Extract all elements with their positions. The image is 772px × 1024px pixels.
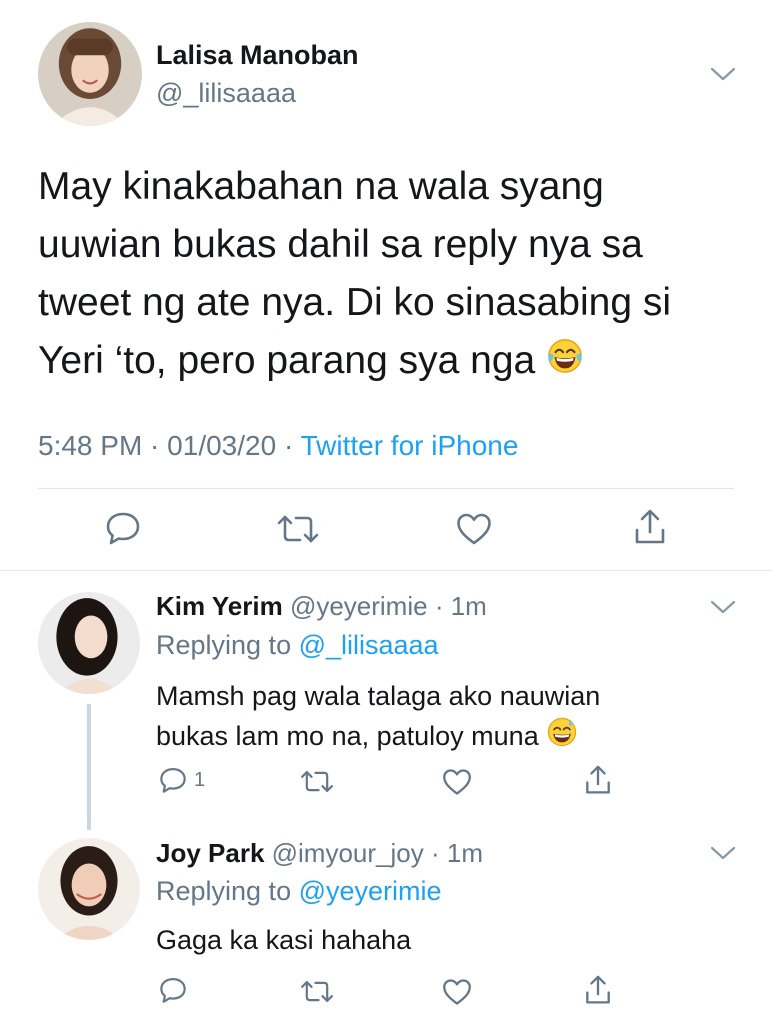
reply-age: 1m xyxy=(446,838,483,868)
reply-text: Mamsh pag wala talaga ako nauwian bukas … xyxy=(156,676,600,759)
reply-button[interactable] xyxy=(104,510,142,546)
reply-count: 1 xyxy=(194,768,206,791)
smiling-face-with-sweat-icon xyxy=(546,716,578,759)
replying-to-mention[interactable]: @yeyerimie xyxy=(299,876,442,906)
tweet-date: 01/03/20 xyxy=(167,430,277,461)
chevron-down-icon[interactable] xyxy=(709,843,737,863)
retweet-icon xyxy=(299,978,335,1005)
reply-text-line: Gaga ka kasi hahaha xyxy=(156,925,412,955)
retweet-button[interactable] xyxy=(275,512,321,546)
share-icon xyxy=(584,974,612,1006)
reply-text-line: bukas lam mo na, patuloy muna xyxy=(156,721,539,751)
share-icon xyxy=(584,764,612,796)
divider xyxy=(38,488,734,489)
retweet-icon xyxy=(275,512,321,546)
tweet-source-link[interactable]: Twitter for iPhone xyxy=(301,430,519,461)
reply-button[interactable]: 1 xyxy=(158,766,205,794)
like-icon xyxy=(456,512,492,546)
like-icon xyxy=(442,768,472,796)
tweet-text-line: uuwian bukas dahil sa reply nya sa xyxy=(38,223,643,266)
tweet-time: 5:48 PM xyxy=(38,430,143,461)
chevron-down-icon[interactable] xyxy=(709,597,737,617)
reply-author-name[interactable]: Joy Park xyxy=(156,838,264,868)
tweet-text-line: tweet ng ate nya. Di ko sinasabing si xyxy=(38,281,672,324)
main-tweet-text: May kinakabahan na wala syang uuwian buk… xyxy=(38,158,738,392)
retweet-button[interactable] xyxy=(299,768,335,795)
reply-author-name[interactable]: Kim Yerim xyxy=(156,591,283,621)
reply-author-avatar[interactable] xyxy=(38,592,140,694)
reply-icon xyxy=(104,510,142,546)
reply-button[interactable] xyxy=(158,976,194,1004)
like-button[interactable] xyxy=(442,768,472,796)
reply-header: Kim Yerim @yeyerimie · 1m xyxy=(156,591,487,621)
like-icon xyxy=(442,978,472,1006)
share-button[interactable] xyxy=(633,508,667,546)
replying-to: Replying to @_lilisaaaa xyxy=(156,630,439,661)
reply-header: Joy Park @imyour_joy · 1m xyxy=(156,838,483,868)
replying-to: Replying to @yeyerimie xyxy=(156,876,442,907)
reply-author-handle[interactable]: @imyour_joy xyxy=(272,838,424,868)
reply-icon xyxy=(158,976,188,1004)
main-author-avatar[interactable] xyxy=(38,22,142,126)
share-button[interactable] xyxy=(584,974,612,1006)
tweet-meta: 5:48 PM · 01/03/20 · Twitter for iPhone xyxy=(38,430,518,462)
face-with-tears-of-joy-icon xyxy=(546,334,584,392)
meta-separator: · xyxy=(142,430,168,461)
share-button[interactable] xyxy=(584,764,612,796)
replying-to-label: Replying to xyxy=(156,876,299,906)
reply-author-handle[interactable]: @yeyerimie xyxy=(290,591,428,621)
replying-to-label: Replying to xyxy=(156,630,299,660)
reply-icon xyxy=(158,766,188,794)
retweet-button[interactable] xyxy=(299,978,335,1005)
reply-age: 1m xyxy=(450,591,487,621)
share-icon xyxy=(633,508,667,546)
reply-author-avatar[interactable] xyxy=(38,838,140,940)
reply-text: Gaga ka kasi hahaha xyxy=(156,920,411,960)
meta-separator: · xyxy=(276,430,301,461)
like-button[interactable] xyxy=(442,978,472,1006)
tweet-text-line: May kinakabahan na wala syang xyxy=(38,165,604,208)
tweet-text-line: Yeri ‘to, pero parang sya nga xyxy=(38,339,536,382)
main-author-handle[interactable]: @_lilisaaaa xyxy=(156,78,296,109)
reply-text-line: Mamsh pag wala talaga ako nauwian xyxy=(156,681,601,711)
main-author-name[interactable]: Lalisa Manoban xyxy=(156,40,359,71)
thread-connector xyxy=(87,704,91,830)
chevron-down-icon[interactable] xyxy=(709,64,737,84)
section-divider xyxy=(0,570,772,571)
replying-to-mention[interactable]: @_lilisaaaa xyxy=(299,630,439,660)
like-button[interactable] xyxy=(456,512,492,546)
retweet-icon xyxy=(299,768,335,795)
